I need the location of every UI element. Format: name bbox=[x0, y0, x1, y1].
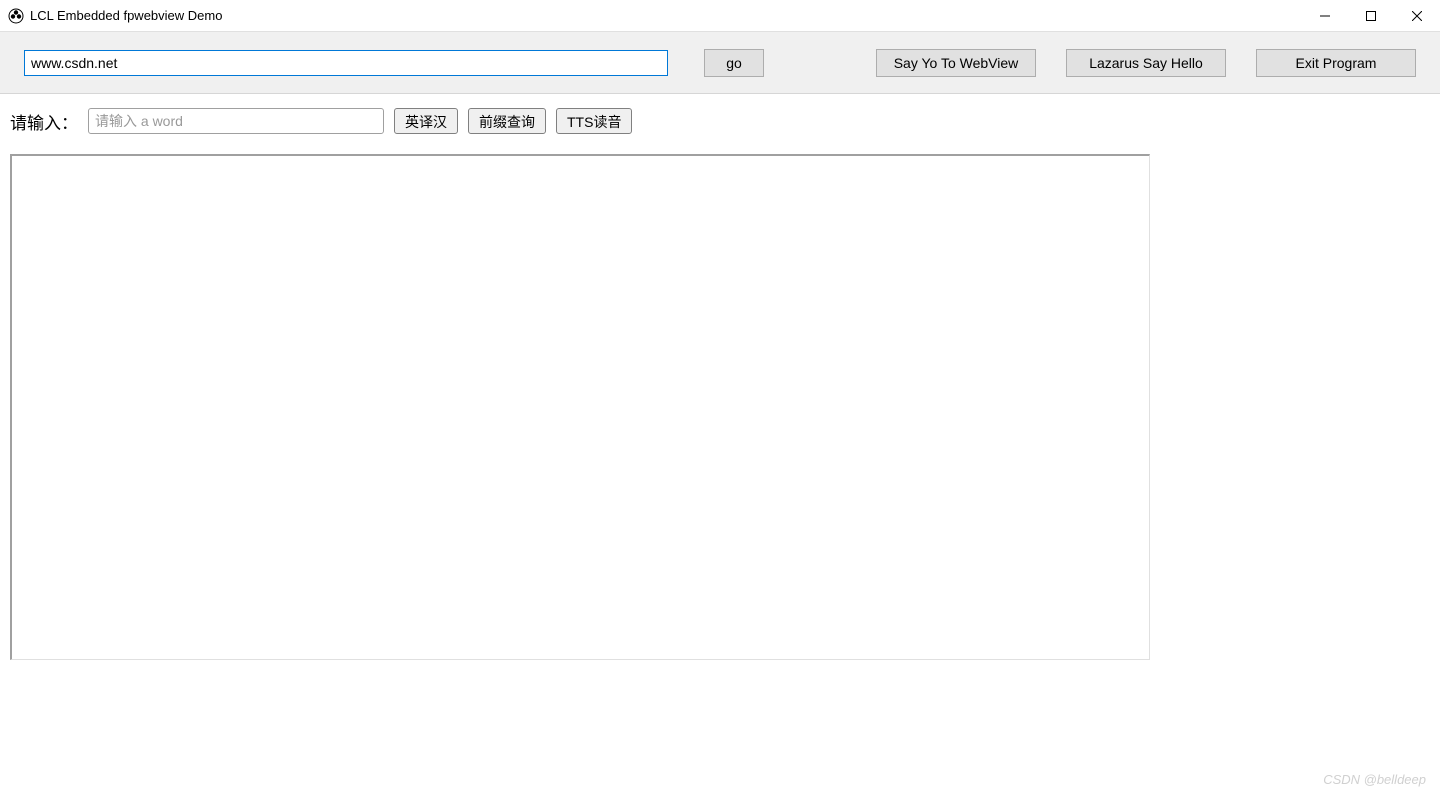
prefix-search-button[interactable]: 前缀查询 bbox=[468, 108, 546, 134]
titlebar: LCL Embedded fpwebview Demo bbox=[0, 0, 1440, 32]
window-title: LCL Embedded fpwebview Demo bbox=[30, 8, 222, 23]
translate-button[interactable]: 英译汉 bbox=[394, 108, 458, 134]
maximize-button[interactable] bbox=[1348, 0, 1394, 32]
window-controls bbox=[1302, 0, 1440, 32]
input-label: 请输入： bbox=[10, 109, 78, 134]
app-icon bbox=[8, 8, 24, 24]
content-frame bbox=[10, 154, 1150, 660]
say-yo-button[interactable]: Say Yo To WebView bbox=[876, 49, 1036, 77]
toolbar: go Say Yo To WebView Lazarus Say Hello E… bbox=[0, 32, 1440, 94]
go-button[interactable]: go bbox=[704, 49, 764, 77]
word-input[interactable] bbox=[88, 108, 384, 134]
content-area: 请输入： 英译汉 前缀查询 TTS读音 bbox=[0, 94, 1440, 660]
tts-button[interactable]: TTS读音 bbox=[556, 108, 632, 134]
exit-button[interactable]: Exit Program bbox=[1256, 49, 1416, 77]
close-button[interactable] bbox=[1394, 0, 1440, 32]
minimize-button[interactable] bbox=[1302, 0, 1348, 32]
watermark: CSDN @belldeep bbox=[1323, 772, 1426, 787]
url-input[interactable] bbox=[24, 50, 668, 76]
lazarus-button[interactable]: Lazarus Say Hello bbox=[1066, 49, 1226, 77]
input-row: 请输入： 英译汉 前缀查询 TTS读音 bbox=[10, 108, 1430, 134]
